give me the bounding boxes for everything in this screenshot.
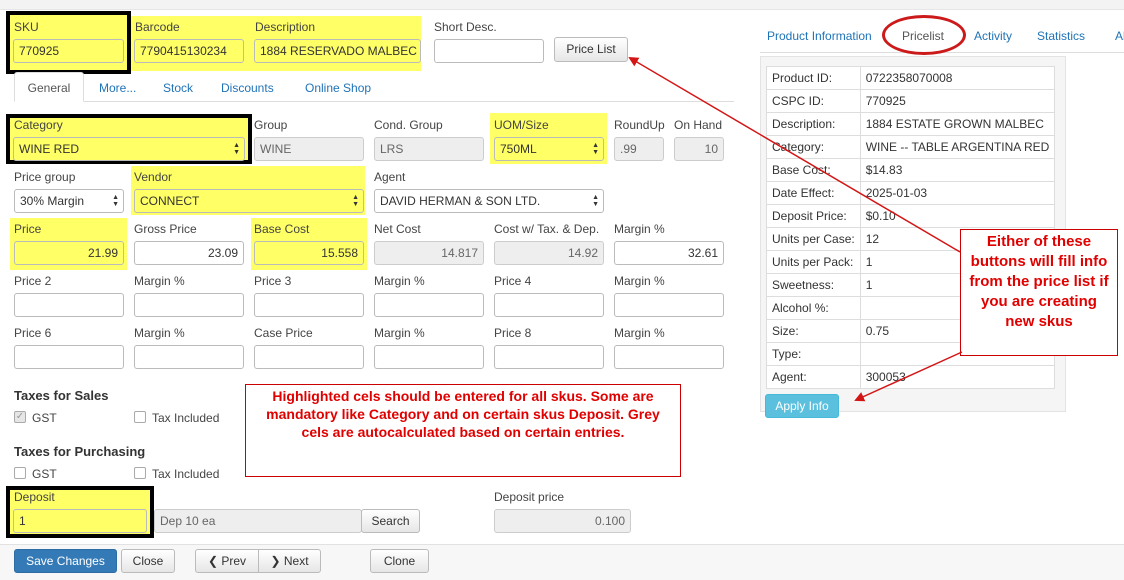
next-button[interactable]: ❯ Next [258, 549, 321, 573]
arrow-to-price-list [628, 56, 961, 253]
clone-button[interactable]: Clone [370, 549, 429, 573]
prev-label: Prev [221, 554, 247, 568]
save-changes-button[interactable]: Save Changes [14, 549, 117, 573]
arrow-to-apply-info [854, 351, 963, 402]
prev-button[interactable]: ❮ Prev [195, 549, 259, 573]
next-label: Next [283, 554, 309, 568]
chevron-right-icon: ❯ [270, 554, 281, 568]
chevron-left-icon: ❮ [207, 554, 219, 568]
close-button[interactable]: Close [121, 549, 175, 573]
annotation-arrows [628, 56, 963, 402]
